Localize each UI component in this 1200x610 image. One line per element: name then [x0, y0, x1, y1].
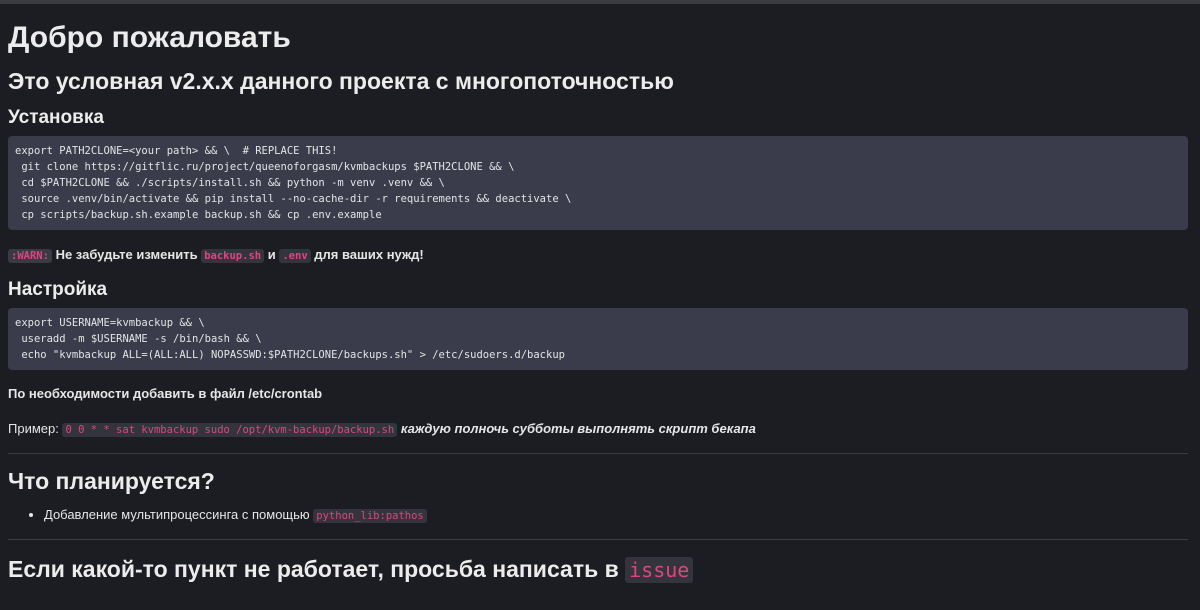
warning-paragraph: :WARN: Не забудьте изменить backup.sh и …: [8, 246, 1188, 265]
crontab-note: По необходимости добавить в файл /etc/cr…: [8, 386, 323, 401]
warning-text-before: Не забудьте изменить: [55, 247, 198, 262]
issue-link[interactable]: issue: [625, 557, 694, 583]
warn-tag: :WARN:: [8, 249, 52, 263]
planned-item-text: Добавление мультипроцессинга с помощью: [44, 507, 310, 522]
install-heading: Установка: [8, 107, 104, 128]
example-description: каждую полночь субботы выполнять скрипт …: [400, 421, 756, 436]
subtitle: Это условная v2.x.x данного проекта с мн…: [8, 68, 674, 94]
example-label: Пример:: [8, 421, 59, 436]
divider-1: [8, 453, 1188, 454]
warning-conj: и: [267, 247, 276, 262]
install-code-block[interactable]: export PATH2CLONE=<your path> && \ # REP…: [8, 136, 1188, 230]
warning-file-backup: backup.sh: [201, 249, 265, 263]
example-paragraph: Пример: 0 0 * * sat kvmbackup sudo /opt/…: [8, 420, 1188, 439]
warning-file-env: .env: [279, 249, 311, 263]
planned-list: Добавление мультипроцессинга с помощью p…: [8, 506, 1188, 525]
setup-heading: Настройка: [8, 279, 108, 300]
planned-item: Добавление мультипроцессинга с помощью p…: [44, 506, 1188, 525]
planned-item-code: python_lib:pathos: [313, 509, 427, 523]
page-title: Добро пожаловать: [8, 21, 291, 54]
footer-heading: Если какой-то пункт не работает, просьба…: [8, 554, 1188, 585]
planned-heading: Что планируется?: [8, 468, 215, 494]
divider-2: [8, 539, 1188, 540]
example-cron-code: 0 0 * * sat kvmbackup sudo /opt/kvm-back…: [62, 423, 398, 437]
readme-content: Добро пожаловать Это условная v2.x.x дан…: [8, 4, 1188, 585]
warning-text-after: для ваших нужд!: [314, 247, 424, 262]
setup-code-block[interactable]: export USERNAME=kvmbackup && \ useradd -…: [8, 308, 1188, 370]
footer-text: Если какой-то пункт не работает, просьба…: [8, 556, 619, 582]
